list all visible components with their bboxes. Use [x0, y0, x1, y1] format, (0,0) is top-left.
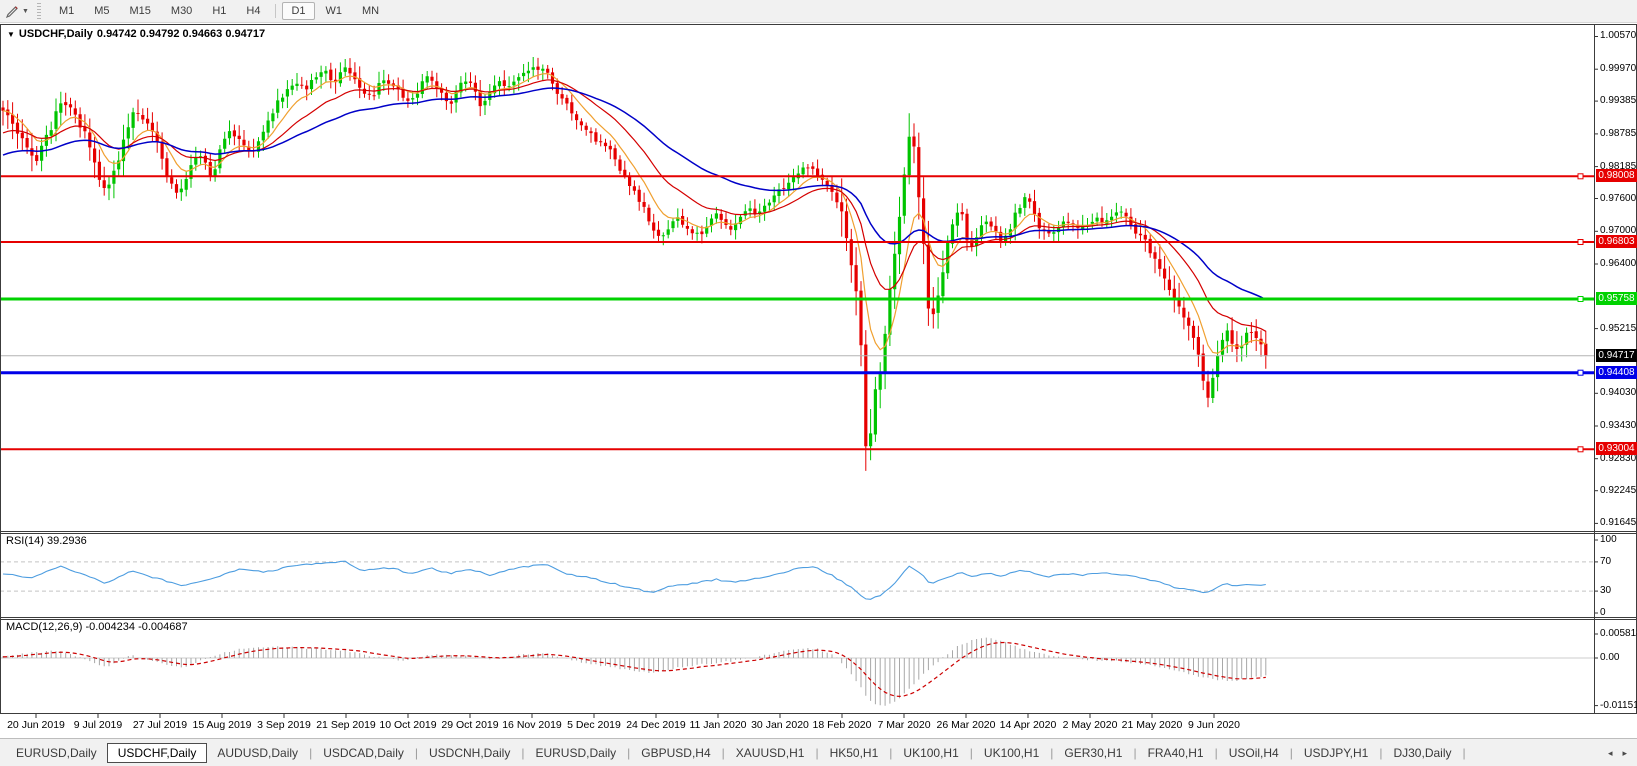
tabs-scroll-left-icon[interactable]: ◂	[1608, 748, 1613, 759]
toolbar-grip[interactable]	[36, 3, 41, 19]
price-tick-label: 0.91645	[1600, 517, 1637, 529]
price-level-label: 0.94408	[1596, 365, 1637, 379]
tab-separator: |	[521, 746, 525, 760]
price-level-label: 0.96803	[1596, 235, 1637, 248]
tab-separator: |	[1214, 746, 1218, 760]
price-tick-label: 0.93430	[1600, 420, 1637, 431]
indicator-tick-label: 0.00	[1600, 652, 1620, 663]
title-marker-icon: ▼	[7, 30, 15, 39]
price-tick-label: 0.99385	[1600, 95, 1637, 107]
chart-tab-ger30-h1[interactable]: GER30,H1	[1054, 743, 1132, 763]
chart-tab-xauusd-h1[interactable]: XAUUSD,H1	[726, 743, 815, 763]
chevron-down-icon[interactable]: ▼	[22, 8, 29, 15]
tab-separator: |	[1133, 746, 1137, 760]
chart-symbol-label: USDCHF,Daily	[18, 28, 93, 40]
tab-separator: |	[889, 746, 893, 760]
indicator-tick-label: 100	[1600, 534, 1617, 545]
chart-ohlc-values: 0.94742 0.94792 0.94663 0.94717	[96, 28, 266, 40]
timeframe-button-mn[interactable]: MN	[353, 2, 388, 20]
chart-tab-hk50-h1[interactable]: HK50,H1	[820, 743, 889, 763]
price-tick-label: 0.99970	[1600, 63, 1637, 75]
indicator-tick-label: 30	[1600, 585, 1612, 597]
timeframe-button-h1[interactable]: H1	[203, 2, 235, 20]
price-tick-label: 0.98785	[1600, 127, 1637, 139]
chart-canvas[interactable]	[0, 24, 1637, 738]
chart-tab-usdjpy-h1[interactable]: USDJPY,H1	[1294, 743, 1378, 763]
chart-window: ▼ USDCHF,Daily 0.94742 0.94792 0.94663 0.9…	[0, 22, 1637, 738]
price-level-label: 0.93004	[1596, 442, 1637, 456]
chart-tab-eurusd-daily[interactable]: EURUSD,Daily	[525, 743, 626, 763]
price-tick-label: 0.92245	[1600, 484, 1637, 496]
chart-tab-gbpusd-h4[interactable]: GBPUSD,H4	[631, 743, 720, 763]
chart-tab-audusd-daily[interactable]: AUDUSD,Daily	[207, 743, 308, 763]
tab-separator: |	[969, 746, 973, 760]
tab-separator: |	[815, 746, 819, 760]
chart-tab-uk100-h1[interactable]: UK100,H1	[974, 743, 1049, 763]
indicator-tick-label: 0	[1600, 607, 1606, 618]
chart-tab-usdcnh-daily[interactable]: USDCNH,Daily	[419, 743, 520, 763]
price-tick-label: 0.95215	[1600, 322, 1637, 334]
indicator-tick-label: 70	[1600, 555, 1612, 567]
toolbar-separator	[275, 4, 277, 18]
chart-tab-dj30-daily[interactable]: DJ30,Daily	[1383, 743, 1461, 763]
chart-tab-usdchf-daily[interactable]: USDCHF,Daily	[106, 743, 208, 763]
chart-tab-usdcad-daily[interactable]: USDCAD,Daily	[313, 743, 414, 763]
chart-title: ▼ USDCHF,Daily 0.94742 0.94792 0.94663 0.9…	[7, 28, 269, 40]
tab-separator: |	[1379, 746, 1383, 760]
chart-tab-eurusd-daily[interactable]: EURUSD,Daily	[6, 743, 107, 763]
indicator-tick-label: 0.005818	[1600, 627, 1637, 639]
chart-tools-group: ▼	[4, 3, 33, 19]
timeframe-button-d1[interactable]: D1	[282, 2, 315, 20]
tab-separator: |	[309, 746, 313, 760]
chart-tab-uk100-h1[interactable]: UK100,H1	[893, 743, 968, 763]
tab-separator: |	[414, 746, 418, 760]
tab-separator: |	[1050, 746, 1054, 760]
tab-separator: |	[1462, 746, 1466, 760]
chart-tab-bar: EURUSD,Daily USDCHF,Daily AUDUSD,Daily | USD…	[0, 738, 1637, 766]
tabs-scroll-right-icon[interactable]: ▸	[1622, 748, 1627, 759]
chart-tab-fra40-h1[interactable]: FRA40,H1	[1138, 743, 1214, 763]
timeframe-button-h4[interactable]: H4	[237, 2, 269, 20]
chart-tab-usoil-h4[interactable]: USOil,H4	[1219, 743, 1289, 763]
toolbar: ▼ M1 M5 M15 M30 H1 H4 D1 W1 MN	[0, 0, 1637, 23]
timeframe-button-m30[interactable]: M30	[162, 2, 201, 20]
rsi-label: RSI(14) 39.2936	[6, 535, 87, 547]
price-tick-label: 0.97600	[1600, 192, 1637, 204]
timeframe-button-m15[interactable]: M15	[121, 2, 160, 20]
price-level-label: 0.94717	[1596, 348, 1637, 362]
price-level-label: 0.98008	[1596, 169, 1637, 183]
timeframe-button-m5[interactable]: M5	[85, 2, 118, 20]
tab-separator: |	[1289, 746, 1293, 760]
tab-separator: |	[627, 746, 631, 760]
timeframe-button-m1[interactable]: M1	[50, 2, 83, 20]
date-tick-label: 9 Jun 2020	[1188, 719, 1240, 731]
tab-separator: |	[721, 746, 725, 760]
price-level-label: 0.95758	[1596, 292, 1637, 305]
chart-tabs: EURUSD,Daily USDCHF,Daily AUDUSD,Daily | USD…	[0, 739, 1467, 766]
price-tick-label: 1.00570	[1600, 30, 1637, 42]
price-tick-label: 0.96400	[1600, 257, 1637, 269]
indicator-tick-label: -0.011514	[1600, 699, 1637, 711]
price-tick-label: 0.94030	[1600, 387, 1637, 399]
timeframe-button-w1[interactable]: W1	[317, 2, 352, 20]
macd-label: MACD(12,26,9) -0.004234 -0.004687	[6, 621, 188, 633]
pencil-icon[interactable]	[4, 3, 20, 19]
tab-scroll-arrows: ◂ ▸	[1608, 748, 1627, 759]
timeframe-buttons: M1 M5 M15 M30 H1 H4 D1 W1 MN	[49, 0, 389, 22]
